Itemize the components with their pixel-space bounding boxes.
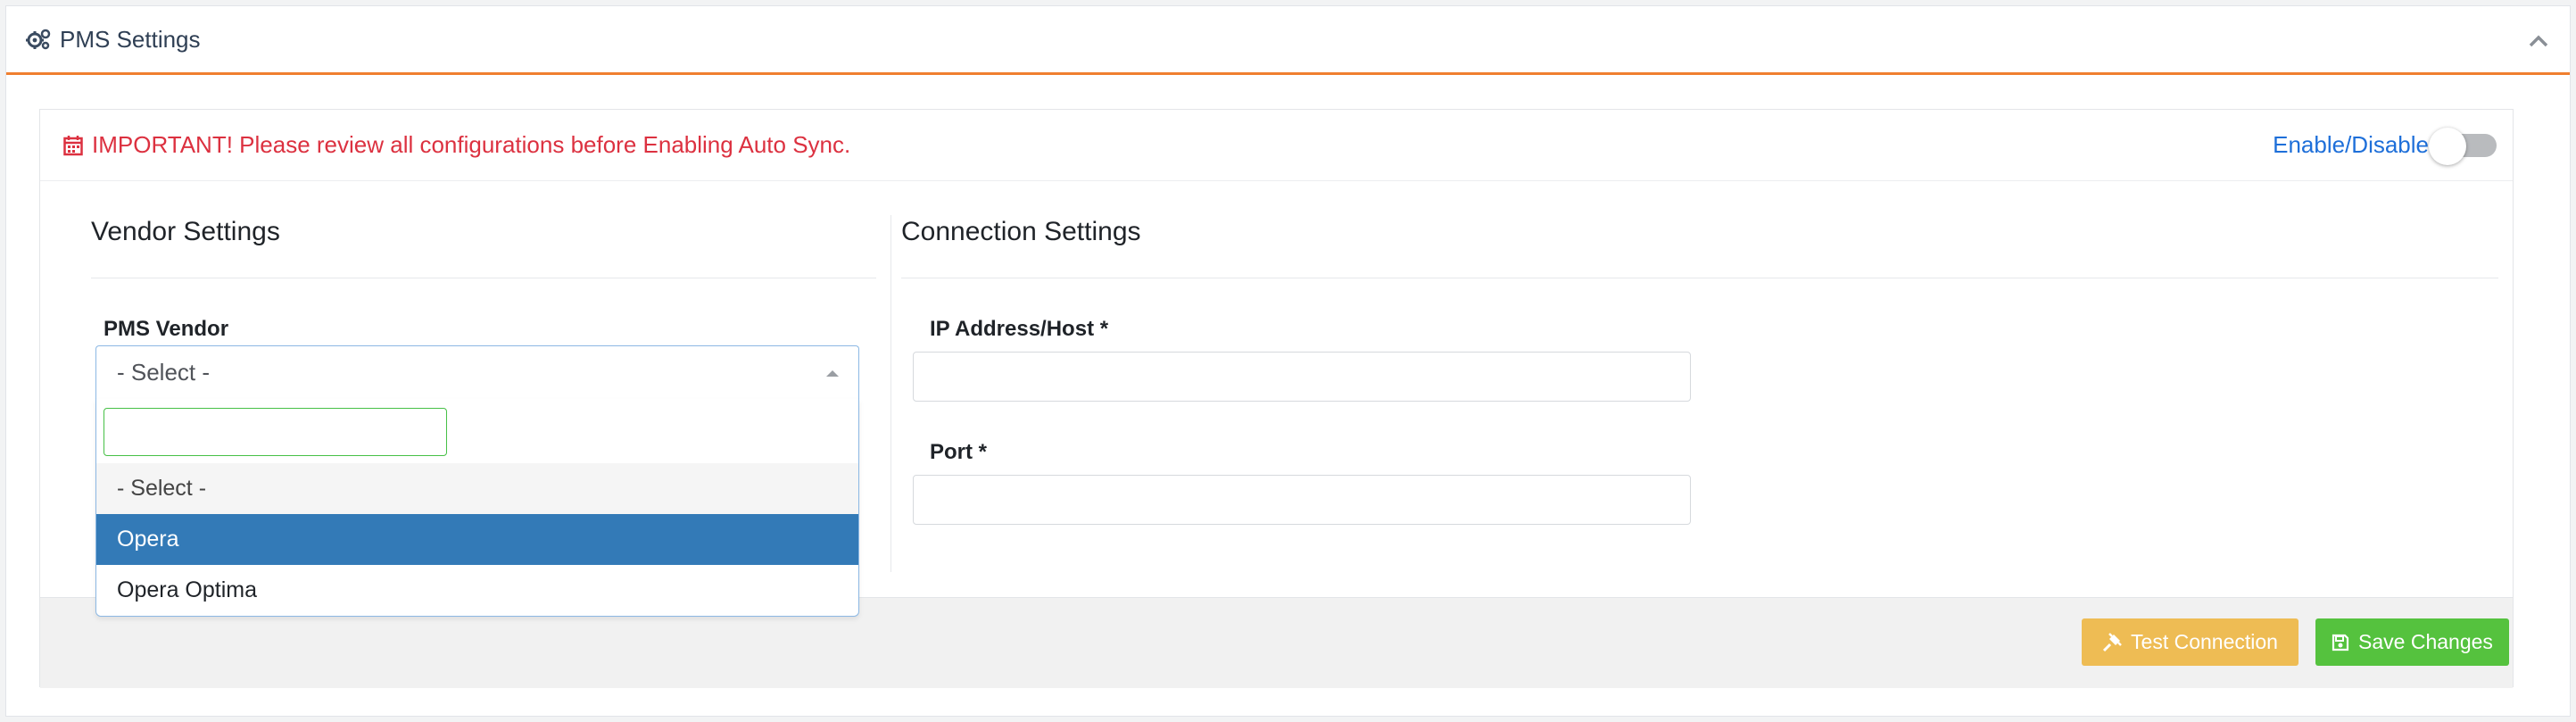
dropdown-search-input[interactable] [104, 408, 447, 456]
pms-vendor-label: PMS Vendor [104, 317, 229, 341]
auto-sync-warning: IMPORTANT! Please review all configurati… [92, 131, 851, 158]
plug-icon [2102, 632, 2122, 651]
gears-icon [26, 29, 51, 50]
save-changes-label: Save Changes [2358, 630, 2493, 653]
pms-vendor-dropdown: - Select - Opera Opera Optima [95, 399, 859, 617]
host-input[interactable] [913, 352, 1691, 402]
chevron-up-icon[interactable] [2525, 28, 2552, 54]
save-changes-button[interactable]: Save Changes [2315, 618, 2509, 666]
port-input[interactable] [913, 475, 1691, 525]
calendar-icon [63, 135, 83, 155]
vendor-settings-title: Vendor Settings [91, 217, 280, 246]
test-connection-button[interactable]: Test Connection [2082, 618, 2299, 666]
pms-vendor-select[interactable]: - Select - [95, 345, 859, 399]
caret-up-icon [826, 370, 839, 377]
toggle-knob [2429, 128, 2466, 165]
test-connection-label: Test Connection [2131, 630, 2278, 653]
dropdown-option[interactable]: - Select - [96, 463, 858, 514]
host-label: IP Address/Host * [930, 317, 1109, 341]
auto-sync-toggle[interactable] [2429, 128, 2497, 165]
panel-title: PMS Settings [60, 25, 201, 53]
pms-vendor-selected-value: - Select - [117, 359, 211, 386]
port-label: Port * [930, 440, 988, 464]
enable-disable-label[interactable]: Enable/Disable [2273, 131, 2429, 159]
connection-settings-title: Connection Settings [901, 217, 1141, 246]
floppy-disk-icon [2332, 634, 2349, 651]
notice-bar: IMPORTANT! Please review all configurati… [40, 110, 2513, 181]
panel-header[interactable]: PMS Settings [6, 6, 2570, 75]
dropdown-option[interactable]: Opera [96, 514, 858, 565]
dropdown-option[interactable]: Opera Optima [96, 565, 858, 616]
column-divider [890, 215, 891, 572]
